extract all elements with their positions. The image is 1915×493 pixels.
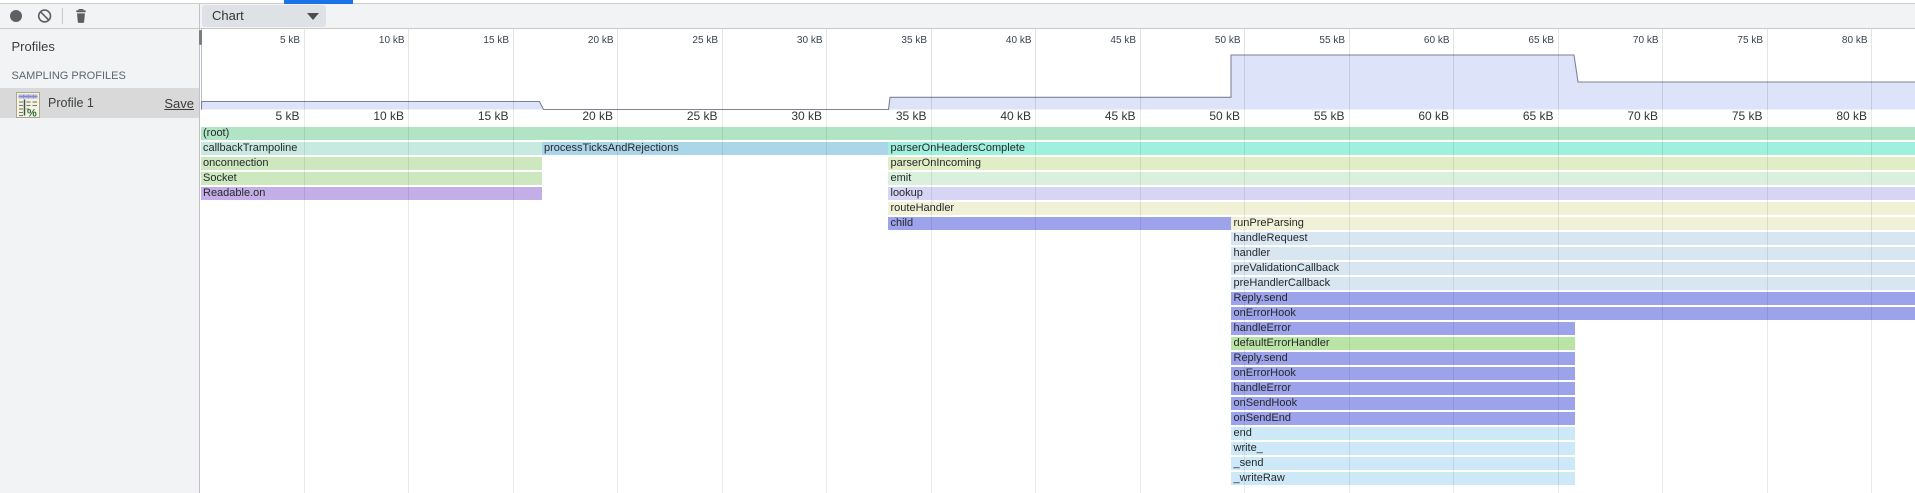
svg-text:%: % <box>27 108 37 119</box>
